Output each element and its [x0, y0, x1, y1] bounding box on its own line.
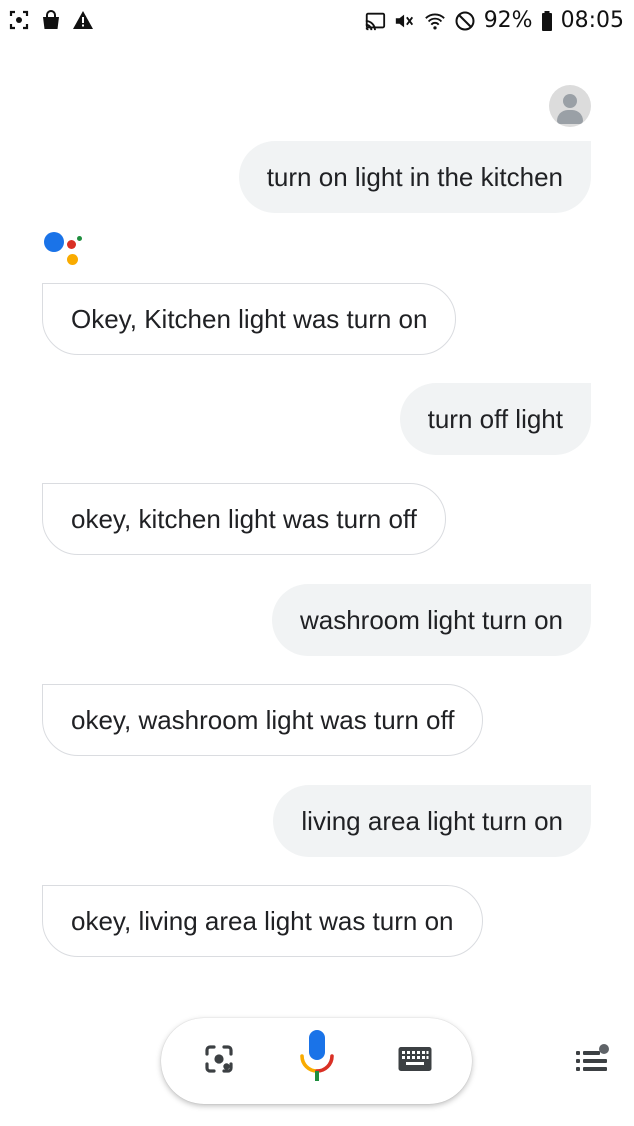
warning-icon	[72, 9, 94, 31]
assistant-input-bar	[161, 1018, 472, 1104]
lens-button[interactable]	[197, 1039, 241, 1083]
user-message[interactable]: washroom light turn on	[271, 584, 591, 656]
avatar-head-shape	[563, 94, 577, 108]
cast-icon	[364, 10, 386, 32]
user-message[interactable]: turn off light	[399, 383, 591, 455]
battery-percentage: 92%	[483, 8, 533, 33]
status-left-icons	[8, 9, 94, 31]
assistant-yellow-dot	[67, 254, 78, 265]
user-message[interactable]: living area light turn on	[273, 785, 591, 857]
user-avatar[interactable]	[549, 85, 591, 127]
assistant-message[interactable]: okey, washroom light was turn off	[42, 684, 484, 756]
wifi-icon	[424, 10, 446, 32]
mute-icon	[394, 10, 416, 32]
clock: 08:05	[560, 8, 624, 33]
user-message[interactable]: turn on light in the kitchen	[238, 141, 591, 213]
assistant-message[interactable]: okey, kitchen light was turn off	[42, 483, 446, 555]
screenshot-icon	[8, 9, 30, 31]
microphone-button[interactable]	[295, 1029, 339, 1083]
status-right-icons: 92% 08:05	[364, 8, 624, 34]
assistant-message[interactable]: okey, living area light was turn on	[42, 885, 483, 957]
battery-icon	[541, 10, 553, 32]
assistant-message[interactable]: Okey, Kitchen light was turn on	[42, 283, 457, 355]
assistant-logo-icon	[42, 230, 86, 268]
assistant-red-dot	[67, 240, 76, 249]
keyboard-button[interactable]	[393, 1039, 437, 1083]
do-not-disturb-icon	[454, 10, 476, 32]
microphone-icon	[295, 1029, 339, 1089]
updates-menu-icon	[572, 1040, 612, 1085]
avatar-shoulders-shape	[557, 110, 583, 124]
assistant-blue-dot	[44, 232, 64, 252]
keyboard-icon	[397, 1045, 433, 1078]
updates-menu-button[interactable]	[572, 1042, 612, 1082]
shopping-bag-icon	[40, 9, 62, 31]
assistant-green-dot	[77, 236, 82, 241]
status-bar: 92% 08:05	[0, 0, 634, 44]
lens-icon	[201, 1041, 237, 1082]
